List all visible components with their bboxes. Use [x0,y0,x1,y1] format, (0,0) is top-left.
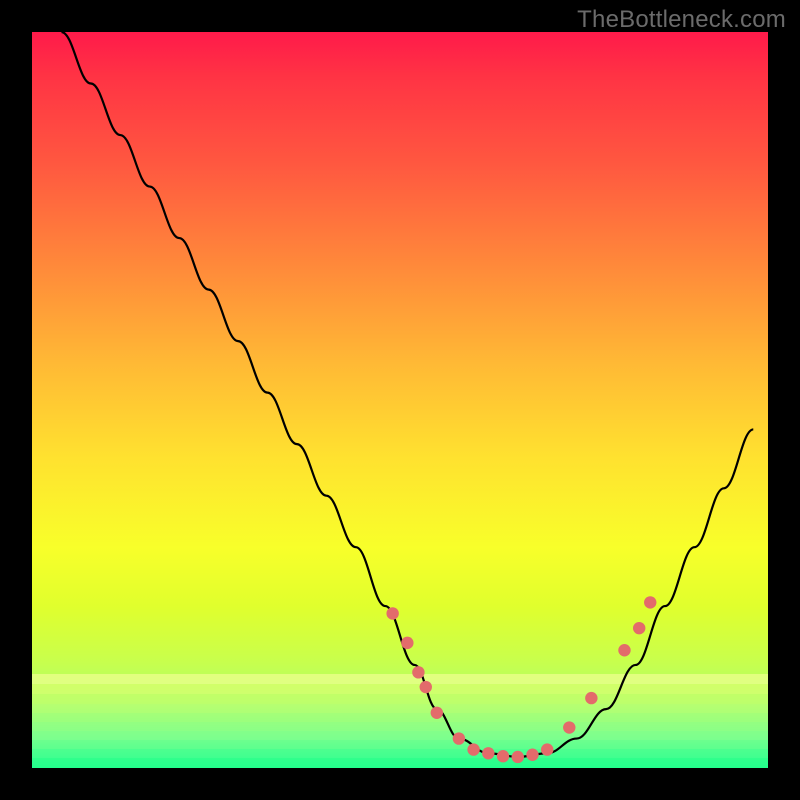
curve-group [61,32,753,763]
marker-point [401,637,413,649]
watermark-text: TheBottleneck.com [577,6,786,34]
marker-point [453,732,465,744]
marker-point [585,692,597,704]
marker-point [386,607,398,619]
chart-container: TheBottleneck.com [0,0,800,800]
marker-point [467,743,479,755]
marker-point [412,666,424,678]
marker-point [633,622,645,634]
marker-point [541,743,553,755]
marker-point [431,707,443,719]
marker-point [618,644,630,656]
marker-point [497,750,509,762]
marker-point [644,596,656,608]
chart-svg [32,32,768,768]
marker-point [563,721,575,733]
marker-point [420,681,432,693]
plot-area [32,32,768,768]
marker-point [482,747,494,759]
marker-point [526,749,538,761]
marker-point [512,751,524,763]
highlight-markers [386,596,656,763]
